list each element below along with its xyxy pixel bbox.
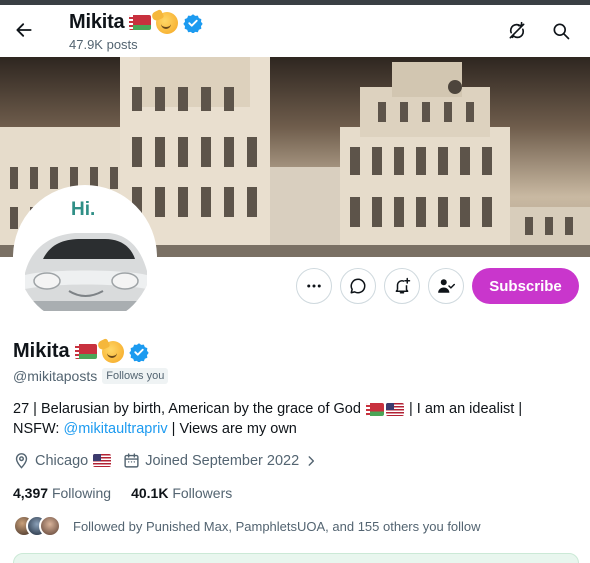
chevron-right-icon: [308, 455, 315, 466]
search-icon: [553, 23, 570, 40]
following-count: 4,397: [13, 485, 49, 501]
message-bubble-icon: [350, 278, 366, 294]
salute-emoji-icon: [101, 340, 124, 363]
avatar-hi-text: Hi.: [71, 199, 96, 220]
us-flag-icon: [385, 402, 404, 416]
followed-by-row[interactable]: Followed by Punished Max, PamphletsUOA, …: [13, 515, 481, 537]
followed-by-avatars: [13, 515, 63, 537]
belarus-flag-icon: [74, 344, 97, 359]
header-name: Mikita: [69, 11, 125, 33]
following-label: Following: [51, 485, 112, 501]
profile-stats: 4,397 Following 40.1K Followers: [13, 485, 252, 501]
hide-reposts-icon: [509, 21, 525, 39]
handle-row: @mikitaposts Follows you: [13, 368, 169, 384]
followers-count: 40.1K: [131, 485, 169, 501]
followers-label: Followers: [172, 485, 233, 501]
bio-text: 27 | Belarusian by birth, American by th…: [13, 401, 361, 417]
location-item: Chicago: [13, 452, 112, 469]
more-button[interactable]: [296, 268, 332, 304]
profile-bio: 27 | Belarusian by birth, American by th…: [13, 399, 573, 439]
following-button[interactable]: [428, 268, 464, 304]
profile-name: Mikita: [13, 340, 70, 362]
bell-plus-icon: [395, 277, 411, 294]
calendar-icon: [124, 453, 139, 468]
follows-you-badge: Follows you: [102, 368, 169, 384]
profile-actions: Subscribe: [296, 268, 579, 304]
more-horizontal-icon: [307, 284, 321, 288]
profile-avatar[interactable]: Hi.: [13, 185, 157, 329]
avatar: [39, 515, 61, 537]
header-title: Mikita: [69, 11, 204, 34]
arrow-left-icon: [16, 23, 32, 37]
header-posts-count: 47.9K posts: [69, 37, 138, 52]
location-pin-icon: [15, 453, 28, 469]
person-check-icon: [438, 279, 455, 293]
profile-meta: Chicago Joined September 2022: [13, 452, 330, 469]
bottom-card: [13, 553, 579, 563]
belarus-flag-icon: [129, 15, 152, 30]
notify-button[interactable]: [384, 268, 420, 304]
profile-header: Mikita 47.9K posts: [0, 5, 590, 57]
subscribe-button[interactable]: Subscribe: [472, 268, 579, 304]
hide-reposts-button[interactable]: [501, 15, 533, 47]
bio-text: | Views are my own: [171, 421, 297, 437]
back-button[interactable]: [8, 14, 40, 46]
joined-text: Joined September 2022: [145, 452, 300, 469]
joined-item[interactable]: Joined September 2022: [123, 452, 318, 469]
verified-badge-icon: [183, 13, 204, 33]
us-flag-icon: [93, 454, 112, 467]
following-link[interactable]: 4,397 Following: [13, 485, 111, 501]
belarus-flag-icon: [365, 402, 384, 416]
salute-emoji-icon: [156, 11, 179, 34]
message-button[interactable]: [340, 268, 376, 304]
bio-text: | I am an idealist |: [409, 401, 523, 417]
profile-handle: @mikitaposts: [13, 368, 98, 384]
verified-badge-icon[interactable]: [129, 342, 149, 362]
search-button[interactable]: [545, 15, 577, 47]
profile-name-row: Mikita: [13, 340, 149, 363]
followers-link[interactable]: 40.1K Followers: [131, 485, 232, 501]
followed-by-text: Followed by Punished Max, PamphletsUOA, …: [73, 518, 481, 534]
location-text: Chicago: [35, 452, 89, 469]
bio-text: NSFW:: [13, 421, 60, 437]
bio-mention-link[interactable]: @mikitaultrapriv: [63, 421, 167, 437]
